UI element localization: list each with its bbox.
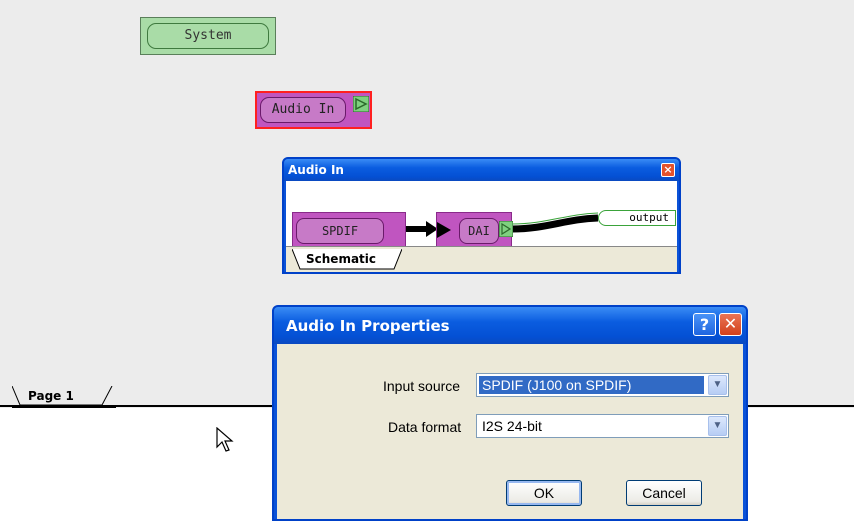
ok-button[interactable]: OK [506,480,582,506]
close-button[interactable]: ✕ [719,313,742,336]
properties-dialog-title: Audio In Properties [286,317,450,335]
system-block-label: System [147,23,269,49]
cancel-button[interactable]: Cancel [626,480,702,506]
schematic-titlebar[interactable]: Audio In × [284,159,679,181]
audio-in-block[interactable]: Audio In [255,91,372,129]
dai-block[interactable]: DAI [436,212,513,247]
input-source-label: Input source [383,378,461,394]
spdif-block-label: SPDIF [296,218,384,244]
properties-client-area: Input source SPDIF (J100 on SPDIF) ▼ Dat… [277,344,743,519]
data-format-select[interactable]: I2S 24-bit ▼ [476,414,729,438]
input-source-select[interactable]: SPDIF (J100 on SPDIF) ▼ [476,373,729,397]
system-block[interactable]: System [140,17,276,55]
schematic-canvas[interactable]: SPDIF DAI output [286,181,677,247]
output-port[interactable]: output [598,210,676,226]
input-source-value: SPDIF (J100 on SPDIF) [479,376,704,394]
schematic-client-area: SPDIF DAI output Schematic [286,181,677,272]
output-port-icon[interactable] [353,96,369,112]
audio-in-properties-dialog: Audio In Properties ? ✕ Input source SPD… [272,305,748,521]
tab-page-1-label: Page 1 [28,389,74,403]
close-icon[interactable]: × [661,163,675,177]
spdif-block[interactable]: SPDIF [292,212,406,247]
chevron-down-icon[interactable]: ▼ [708,416,727,436]
data-format-value: I2S 24-bit [482,418,542,434]
audio-in-block-label: Audio In [260,97,346,123]
dai-block-label: DAI [459,218,499,244]
tab-schematic-label: Schematic [306,252,377,266]
dai-output-port-icon[interactable] [499,221,513,237]
mouse-pointer-icon [216,427,234,452]
audio-in-schematic-window: Audio In × SPDIF DAI output Schematic [282,157,681,274]
dai-input-arrow-icon [437,222,451,238]
schematic-window-title: Audio In [288,163,344,177]
chevron-down-icon[interactable]: ▼ [708,375,727,395]
data-format-label: Data format [388,419,462,435]
help-button[interactable]: ? [693,313,716,336]
properties-titlebar[interactable]: Audio In Properties ? ✕ [274,307,746,344]
